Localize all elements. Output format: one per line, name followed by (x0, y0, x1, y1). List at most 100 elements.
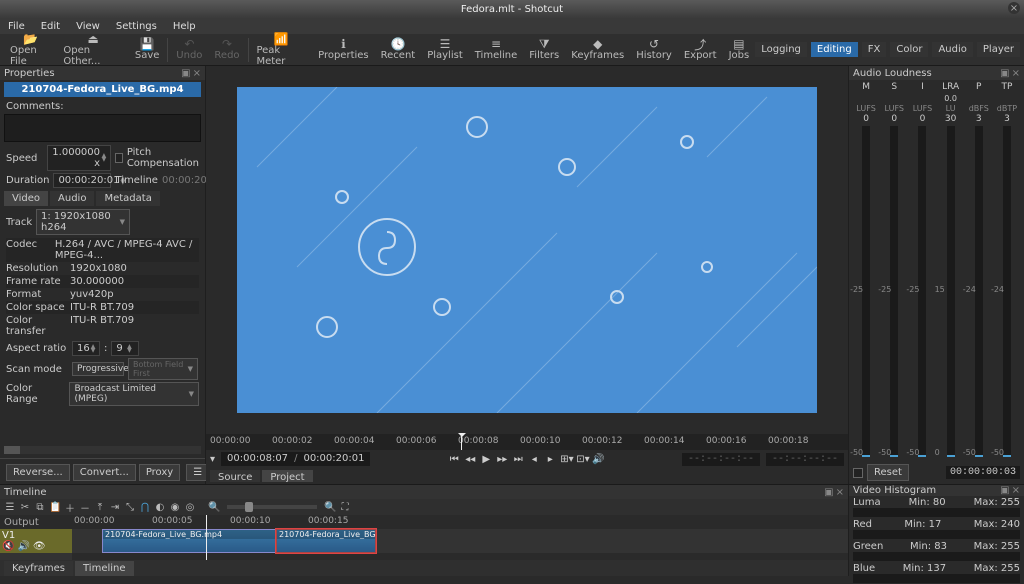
zoom-select-icon[interactable]: ⊞▾ (560, 454, 572, 465)
track-v1-header[interactable]: V1 🔇 🔊 👁 (0, 529, 72, 553)
keyframes-button[interactable]: ◆Keyframes (565, 38, 630, 61)
properties-scrollbar[interactable] (4, 446, 201, 454)
tl-paste-icon[interactable]: 📋 (49, 502, 61, 513)
tab-keyframes[interactable]: Keyframes (4, 561, 73, 576)
tl-copy-icon[interactable]: ⧉ (34, 502, 46, 513)
mode-logging[interactable]: Logging (755, 42, 807, 57)
close-panel-icon[interactable]: × (836, 487, 844, 498)
tab-project[interactable]: Project (262, 470, 312, 482)
proxy-button[interactable]: Proxy (139, 464, 180, 481)
tl-zoom-slider[interactable] (227, 505, 317, 509)
open-file-button[interactable]: 📂Open File (4, 33, 57, 67)
tab-source[interactable]: Source (210, 470, 260, 482)
timeline-playhead[interactable] (206, 515, 207, 560)
play-icon[interactable]: ▶ (480, 454, 492, 465)
dur-timecode[interactable]: --:--:--:-- (766, 453, 844, 466)
tl-menu-icon[interactable]: ☰ (4, 502, 16, 513)
mute-icon[interactable]: 🔇 (2, 541, 14, 552)
tl-ripple-icon[interactable]: ◉ (169, 502, 181, 513)
comments-textarea[interactable] (4, 114, 201, 142)
prev-marker-icon[interactable]: ◂ (528, 454, 540, 465)
tl-lift-icon[interactable]: ⤒ (94, 502, 106, 513)
tl-append-icon[interactable]: ＋ (64, 500, 76, 515)
history-button[interactable]: ↺History (630, 38, 678, 61)
volume-icon[interactable]: 🔊 (592, 454, 604, 465)
track-select[interactable]: 1: 1920x1080 h264▼ (36, 209, 130, 235)
menu-edit[interactable]: Edit (37, 21, 64, 32)
pitch-comp-checkbox[interactable] (115, 153, 123, 163)
skip-end-icon[interactable]: ⏭ (512, 454, 524, 465)
tl-split-icon[interactable]: ⤡ (124, 502, 136, 513)
hide-icon[interactable]: 🔊 (17, 541, 29, 552)
close-panel-icon[interactable]: × (1012, 485, 1020, 496)
tl-zoom-in-icon[interactable]: 🔍 (324, 502, 336, 513)
undo-button[interactable]: ↶Undo (170, 38, 208, 61)
tl-remove-icon[interactable]: － (79, 500, 91, 515)
reverse-button[interactable]: Reverse... (6, 464, 70, 481)
tab-metadata[interactable]: Metadata (96, 191, 159, 206)
menu-help[interactable]: Help (169, 21, 200, 32)
menu-view[interactable]: View (72, 21, 104, 32)
video-preview[interactable] (237, 87, 817, 413)
close-panel-icon[interactable]: × (193, 68, 201, 79)
tl-zoom-out-icon[interactable]: 🔍 (208, 502, 220, 513)
tl-cut-icon[interactable]: ✂ (19, 502, 31, 513)
clip-1[interactable]: 210704-Fedora_Live_BG.mp4 (102, 529, 276, 553)
tab-video[interactable]: Video (4, 191, 48, 206)
tl-overwrite-icon[interactable]: ⇥ (109, 502, 121, 513)
loudness-meter: TPdBTP3-24-50 (994, 82, 1020, 459)
close-panel-icon[interactable]: × (1012, 68, 1020, 79)
aspect-a-input[interactable]: 16▲▼ (72, 341, 100, 356)
aspect-b-input[interactable]: 9▲▼ (111, 341, 139, 356)
mode-player[interactable]: Player (977, 42, 1020, 57)
menu-file[interactable]: File (4, 21, 29, 32)
step-back-icon[interactable]: ◂◂ (464, 454, 476, 465)
recent-button[interactable]: 🕓Recent (375, 38, 422, 61)
player-ruler[interactable]: 00:00:00 00:00:02 00:00:04 00:00:06 00:0… (206, 434, 848, 450)
close-icon[interactable]: × (1008, 2, 1020, 14)
tl-zoom-fit-icon[interactable]: ⛶ (339, 502, 351, 513)
mode-audio[interactable]: Audio (932, 42, 972, 57)
color-range-select[interactable]: Broadcast Limited (MPEG)▼ (69, 382, 199, 406)
undock-icon[interactable]: ▣ (181, 68, 190, 79)
tl-ripple-all-icon[interactable]: ◎ (184, 502, 196, 513)
jobs-button[interactable]: ▤Jobs (723, 38, 756, 61)
redo-button[interactable]: ↷Redo (208, 38, 245, 61)
undock-icon[interactable]: ▣ (1000, 485, 1009, 496)
player-playhead[interactable] (461, 434, 462, 450)
tab-timeline[interactable]: Timeline (75, 561, 134, 576)
mode-color[interactable]: Color (890, 42, 928, 57)
filters-button[interactable]: ⧩Filters (523, 38, 565, 61)
speed-input[interactable]: 1.000000 x▲▼ (47, 145, 111, 171)
in-point-timecode[interactable]: --:--:--:-- (682, 453, 760, 466)
properties-button[interactable]: ℹProperties (312, 38, 375, 61)
next-marker-icon[interactable]: ▸ (544, 454, 556, 465)
clip-2-selected[interactable]: 210704-Fedora_Live_BG.mp4 (276, 529, 376, 553)
scan-mode-select[interactable]: Progressive▼ (72, 362, 124, 376)
timeline-button[interactable]: ≡Timeline (469, 38, 524, 61)
skip-start-icon[interactable]: ⏮ (448, 454, 460, 465)
step-fwd-icon[interactable]: ▸▸ (496, 454, 508, 465)
undock-icon[interactable]: ▣ (1000, 68, 1009, 79)
mode-editing[interactable]: Editing (811, 42, 858, 57)
tab-audio[interactable]: Audio (50, 191, 94, 206)
playlist-button[interactable]: ☰Playlist (421, 38, 469, 61)
peak-meter-button[interactable]: 📶Peak Meter (250, 33, 312, 67)
loudness-reset-button[interactable]: Reset (867, 464, 909, 481)
tl-scrub-icon[interactable]: ◐ (154, 502, 166, 513)
timeline-tracks[interactable]: 00:00:00 00:00:05 00:00:10 00:00:15 2107… (72, 515, 848, 560)
current-timecode[interactable]: 00:00:08:07 / 00:00:20:01 (221, 452, 370, 466)
convert-button[interactable]: Convert... (73, 464, 136, 481)
grid-icon[interactable]: ⊡▾ (576, 454, 588, 465)
menu-settings[interactable]: Settings (112, 21, 161, 32)
player-menu-icon[interactable]: ▾ (210, 454, 215, 465)
tl-snap-icon[interactable]: ⋂ (139, 502, 151, 513)
undock-icon[interactable]: ▣ (824, 487, 833, 498)
save-button[interactable]: 💾Save (129, 38, 166, 61)
mode-fx[interactable]: FX (862, 42, 887, 57)
lock-icon[interactable]: 👁 (33, 541, 46, 552)
open-other-button[interactable]: ⏏Open Other... (57, 33, 128, 67)
loudness-enable-checkbox[interactable] (853, 468, 863, 478)
export-button[interactable]: ⤴Export (678, 38, 723, 61)
duration-input[interactable]: 00:00:20:01▲▼ (53, 173, 111, 188)
